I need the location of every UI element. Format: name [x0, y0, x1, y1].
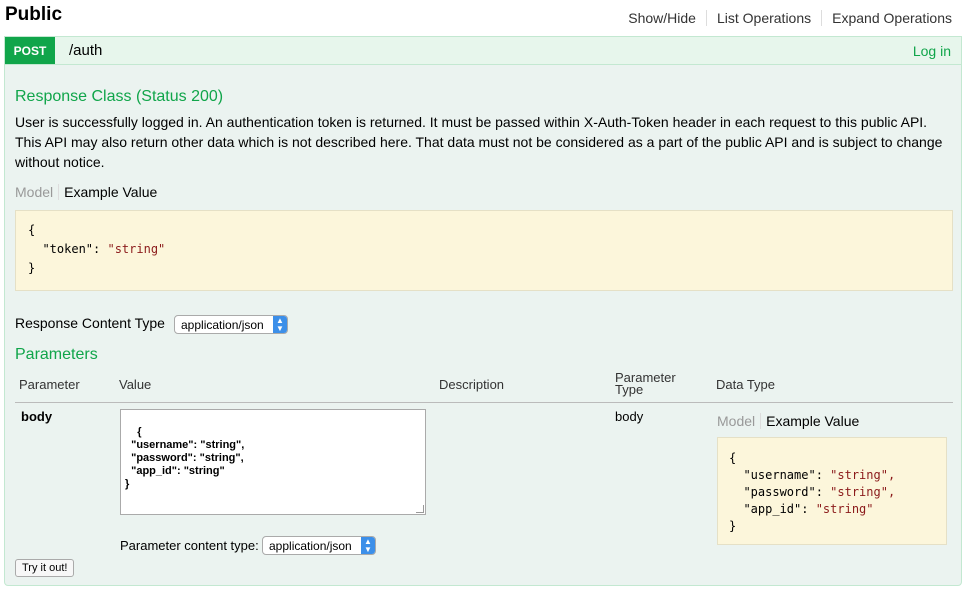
- select-arrows-icon: ▲ ▼: [273, 316, 287, 333]
- select-arrows-icon: ▲ ▼: [361, 537, 375, 554]
- header-value: Value: [119, 377, 152, 392]
- section-title: Public: [5, 4, 63, 25]
- parameter-content-type-label: Parameter content type:: [120, 538, 259, 553]
- operation-header[interactable]: POST /auth Log in: [5, 37, 961, 65]
- datatype-model-tab[interactable]: Model: [717, 413, 762, 429]
- response-content-type-label: Response Content Type: [15, 315, 165, 331]
- parameter-content-type-select[interactable]: application/json ▲ ▼: [262, 536, 376, 555]
- operation-panel: POST /auth Log in Response Class (Status…: [4, 36, 962, 586]
- response-model-tabs: Model Example Value: [15, 184, 157, 200]
- model-tab[interactable]: Model: [15, 184, 60, 200]
- http-method-badge[interactable]: POST: [5, 37, 55, 64]
- param-name: body: [21, 409, 53, 424]
- show-hide-link[interactable]: Show/Hide: [618, 10, 707, 26]
- param-type: body: [615, 409, 644, 424]
- response-class-title: Response Class (Status 200): [15, 88, 224, 105]
- parameters-title: Parameters: [15, 346, 98, 363]
- response-content-type-select[interactable]: application/json ▲ ▼: [174, 315, 288, 334]
- header-parameter: Parameter: [19, 377, 80, 392]
- try-it-out-button[interactable]: Try it out!: [15, 559, 75, 577]
- datatype-example-tab[interactable]: Example Value: [761, 413, 859, 429]
- header-description: Description: [439, 377, 505, 392]
- list-operations-link[interactable]: List Operations: [707, 10, 823, 26]
- section-links: Show/Hide List Operations Expand Operati…: [618, 10, 952, 26]
- response-description: User is successfully logged in. An authe…: [15, 114, 943, 170]
- datatype-example-box[interactable]: { "username": "string", "password": "str…: [717, 437, 947, 545]
- resize-handle-icon[interactable]: [416, 505, 424, 513]
- response-example-box: { "token": "string" }: [15, 210, 953, 291]
- login-link[interactable]: Log in: [913, 43, 951, 59]
- expand-operations-link[interactable]: Expand Operations: [822, 10, 952, 26]
- datatype-model-tabs: Model Example Value: [717, 413, 859, 429]
- header-parameter-type: Parameter Type: [615, 370, 676, 397]
- body-value-textarea[interactable]: { "username": "string", "password": "str…: [120, 409, 426, 515]
- table-header-divider: [15, 402, 953, 403]
- example-value-tab[interactable]: Example Value: [59, 184, 157, 200]
- header-data-type: Data Type: [716, 377, 776, 392]
- operation-path[interactable]: /auth: [69, 42, 102, 59]
